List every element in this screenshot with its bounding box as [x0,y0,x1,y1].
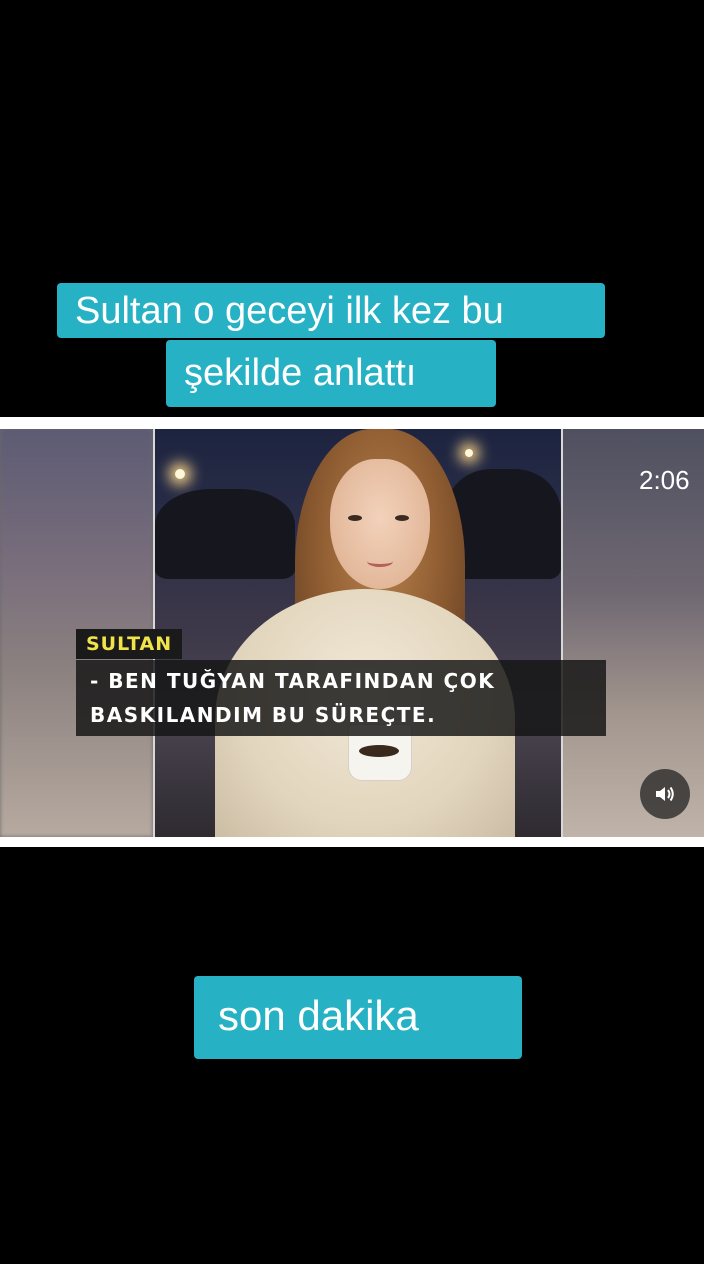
caption-top-line2: şekilde anlattı [166,340,496,407]
caption-top-line1: Sultan o geceyi ilk kez bu [57,283,605,338]
cup-logo [359,745,399,757]
person-face [330,459,430,589]
subtitle-line1: - BEN TUĞYAN TARAFINDAN ÇOK [90,669,496,693]
speaker-icon [656,786,674,802]
background-light [175,469,185,479]
video-center-image [155,429,561,837]
video-frame: SULTAN - BEN TUĞYAN TARAFINDAN ÇOK BASKI… [0,417,704,847]
video-subtitle: - BEN TUĞYAN TARAFINDAN ÇOK BASKILANDIM … [76,660,606,736]
caption-bottom: son dakika [194,976,522,1059]
video-player[interactable]: SULTAN - BEN TUĞYAN TARAFINDAN ÇOK BASKI… [0,429,704,837]
background-crowd [155,489,295,579]
video-duration: 2:06 [639,465,690,495]
person-eye [395,515,409,521]
speaker-name-tag: SULTAN [76,629,183,659]
subtitle-line2: BASKILANDIM BU SÜREÇTE. [90,703,437,727]
background-light [465,449,473,457]
volume-button[interactable] [640,769,690,819]
person-eye [348,515,362,521]
video-divider-right [561,429,563,837]
person-mouth [367,556,393,567]
